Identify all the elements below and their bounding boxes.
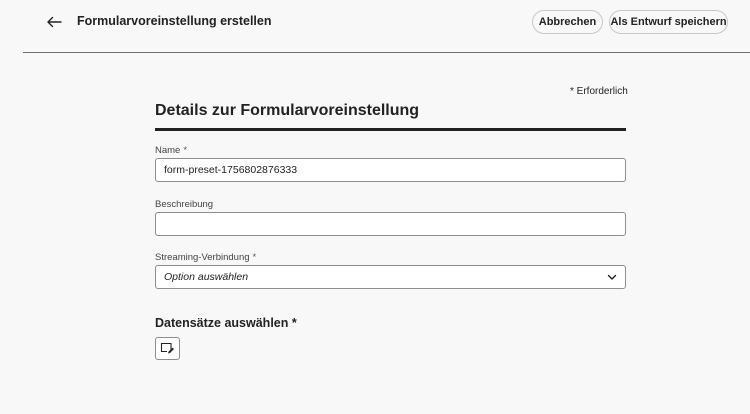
streaming-connection-picker[interactable]: Option auswählen [155,265,626,289]
back-button[interactable] [44,12,64,32]
header-divider [23,52,750,53]
cancel-button[interactable]: Abbrechen [532,10,603,34]
section-divider [155,128,626,131]
save-draft-button[interactable]: Als Entwurf speichern [609,10,728,34]
streaming-connection-label-text: Streaming-Verbindung [155,252,250,263]
required-marker: * [183,145,188,156]
picker-placeholder: Option auswählen [164,271,249,283]
edit-dataset-icon [160,342,174,354]
name-label: Name * [155,145,187,156]
page-title: Formularvoreinstellung erstellen [77,14,272,28]
datasets-heading: Datensätze auswählen * [155,316,297,330]
required-note: * Erforderlich [570,86,628,97]
arrow-left-icon [47,16,62,28]
required-marker: * [252,252,257,263]
page-header: Formularvoreinstellung erstellen Abbrech… [0,0,750,52]
name-label-text: Name [155,145,181,156]
section-title: Details zur Formularvoreinstellung [155,102,420,119]
name-input[interactable] [155,158,626,182]
description-label: Beschreibung [155,199,214,210]
chevron-down-icon [607,274,617,280]
select-datasets-button[interactable] [155,337,180,360]
description-input[interactable] [155,212,626,236]
streaming-connection-label: Streaming-Verbindung * [155,252,256,263]
